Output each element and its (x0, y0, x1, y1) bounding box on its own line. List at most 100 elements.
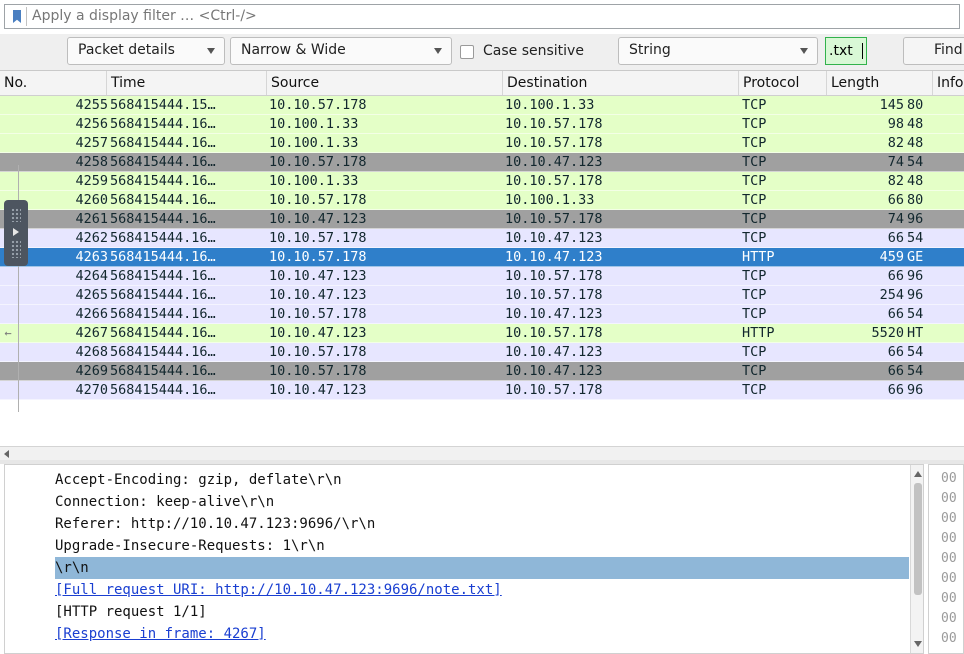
packet-list-horizontal-scrollbar[interactable] (0, 446, 964, 461)
scrollbar-thumb[interactable] (914, 483, 922, 595)
table-row[interactable]: ← 4267 568415444.16… 10.10.47.123 10.10.57.1… (0, 324, 964, 343)
table-row[interactable]: 4264 568415444.16… 10.10.47.123 10.10.57.17… (0, 267, 964, 286)
find-button[interactable]: Find (903, 37, 964, 65)
table-row[interactable]: 4257 568415444.16… 10.100.1.33 10.10.57.178… (0, 134, 964, 153)
packet-source: 10.100.1.33 (269, 173, 359, 189)
detail-line[interactable]: Referer: http://10.10.47.123:9696/\r\n (55, 513, 375, 535)
packet-length: 145 (879, 97, 904, 113)
table-row[interactable]: 4262 568415444.16… 10.10.57.178 10.10.47.12… (0, 229, 964, 248)
packet-time: 568415444.16… (110, 211, 216, 227)
packet-source: 10.10.57.178 (269, 363, 367, 379)
detail-line[interactable]: Accept-Encoding: gzip, deflate\r\n (55, 469, 342, 491)
packet-list-header: No. Time Source Destination Protocol Len… (0, 71, 964, 96)
packet-length: 66 (887, 363, 904, 379)
table-row[interactable]: 4259 568415444.16… 10.100.1.33 10.10.57.178… (0, 172, 964, 191)
find-text-input[interactable]: .txt (825, 37, 867, 65)
packet-destination: 10.10.57.178 (505, 382, 603, 398)
selected-detail-highlight (55, 557, 909, 579)
packet-protocol: TCP (742, 211, 767, 227)
packet-length: 66 (887, 344, 904, 360)
search-type-value: String (629, 42, 671, 58)
search-type-dropdown[interactable]: String (618, 37, 818, 65)
table-row[interactable]: 4256 568415444.16… 10.100.1.33 10.10.57.178… (0, 115, 964, 134)
packet-destination: 10.10.47.123 (505, 249, 603, 265)
packet-number: 4260 (75, 192, 108, 208)
table-row[interactable]: 4265 568415444.16… 10.10.47.123 10.10.57.17… (0, 286, 964, 305)
search-in-value: Packet details (78, 42, 175, 58)
column-header-time[interactable]: Time (106, 71, 266, 95)
details-vertical-scrollbar[interactable] (910, 465, 923, 653)
column-header-destination[interactable]: Destination (502, 71, 738, 95)
packet-source: 10.10.57.178 (269, 249, 367, 265)
case-sensitive-checkbox[interactable] (460, 45, 474, 59)
side-panel-handle[interactable] (4, 200, 28, 266)
chevron-down-icon (207, 48, 215, 54)
scroll-up-icon[interactable] (914, 471, 922, 477)
packet-protocol: HTTP (742, 249, 775, 265)
packet-source: 10.10.47.123 (269, 325, 367, 341)
packet-number: 4258 (75, 154, 108, 170)
play-icon[interactable] (13, 228, 19, 236)
detail-line[interactable]: \r\n (55, 557, 89, 579)
packet-protocol: TCP (742, 154, 767, 170)
packet-info: 96 (907, 211, 924, 227)
packet-destination: 10.10.47.123 (505, 344, 603, 360)
bookmark-icon[interactable] (13, 10, 21, 23)
filter-separator (26, 7, 27, 26)
packet-protocol: TCP (742, 97, 767, 113)
column-header-length[interactable]: Length (826, 71, 932, 95)
table-row[interactable]: 4258 568415444.16… 10.10.57.178 10.10.47.12… (0, 153, 964, 172)
table-row[interactable]: 4261 568415444.16… 10.10.47.123 10.10.57.17… (0, 210, 964, 229)
packet-info: 54 (907, 363, 924, 379)
detail-link[interactable]: [Full request URI: http://10.10.47.123:9… (55, 579, 502, 601)
packet-details-pane[interactable]: Accept-Encoding: gzip, deflate\r\n Connec… (4, 464, 924, 654)
search-in-dropdown[interactable]: Packet details (67, 37, 225, 65)
detail-line[interactable]: Connection: keep-alive\r\n (55, 491, 274, 513)
packet-destination: 10.10.57.178 (505, 135, 603, 151)
packet-destination: 10.100.1.33 (505, 97, 595, 113)
table-row[interactable]: 4270 568415444.16… 10.10.47.123 10.10.57.17… (0, 381, 964, 400)
table-row[interactable]: 4269 568415444.16… 10.10.57.178 10.10.47.12… (0, 362, 964, 381)
table-row[interactable]: 4260 568415444.16… 10.10.57.178 10.100.1.33… (0, 191, 964, 210)
table-row[interactable]: →4263568415444.16…10.10.57.17810.10.47.1… (0, 248, 964, 267)
table-row[interactable]: 4255 568415444.15… 10.10.57.178 10.100.1.33… (0, 96, 964, 115)
packet-bytes-pane[interactable]: 00 00 00 00 00 00 00 00 00 (928, 464, 964, 654)
column-header-info[interactable]: Info (932, 71, 964, 95)
packet-info: 54 (907, 306, 924, 322)
packet-source: 10.10.57.178 (269, 230, 367, 246)
packet-number: 4270 (75, 382, 108, 398)
display-filter-bar[interactable]: Apply a display filter … <Ctrl-/> (4, 4, 960, 29)
packet-number: 4265 (75, 287, 108, 303)
packet-source: 10.10.57.178 (269, 154, 367, 170)
packet-number: 4268 (75, 344, 108, 360)
packet-source: 10.10.57.178 (269, 192, 367, 208)
table-row[interactable]: 4268 568415444.16… 10.10.57.178 10.10.47.12… (0, 343, 964, 362)
packet-number: 4261 (75, 211, 108, 227)
hex-offset: 00 (941, 571, 957, 586)
packet-time: 568415444.15… (110, 97, 216, 113)
scroll-down-icon[interactable] (914, 641, 922, 647)
packet-time: 568415444.16… (110, 325, 216, 341)
table-row[interactable]: 4266 568415444.16… 10.10.57.178 10.10.47.12… (0, 305, 964, 324)
packet-list[interactable]: No. Time Source Destination Protocol Len… (0, 70, 964, 447)
packet-source: 10.10.47.123 (269, 211, 367, 227)
detail-line[interactable]: [HTTP request 1/1] (55, 601, 207, 623)
packet-length: 459 (879, 249, 904, 265)
column-header-source[interactable]: Source (266, 71, 502, 95)
display-filter-input[interactable]: Apply a display filter … <Ctrl-/> (32, 8, 257, 24)
char-width-dropdown[interactable]: Narrow & Wide (230, 37, 452, 65)
hex-offset: 00 (941, 471, 957, 486)
chevron-down-icon (434, 48, 442, 54)
detail-line[interactable]: Upgrade-Insecure-Requests: 1\r\n (55, 535, 325, 557)
packet-time: 568415444.16… (110, 344, 216, 360)
hex-offset: 00 (941, 551, 957, 566)
packet-source: 10.10.47.123 (269, 287, 367, 303)
column-header-protocol[interactable]: Protocol (738, 71, 826, 95)
column-header-no[interactable]: No. (0, 71, 106, 95)
packet-destination: 10.10.47.123 (505, 230, 603, 246)
packet-number: 4269 (75, 363, 108, 379)
scroll-left-icon[interactable] (4, 450, 9, 458)
detail-link[interactable]: [Response in frame: 4267] (55, 623, 266, 645)
packet-destination: 10.10.47.123 (505, 363, 603, 379)
packet-time: 568415444.16… (110, 116, 216, 132)
